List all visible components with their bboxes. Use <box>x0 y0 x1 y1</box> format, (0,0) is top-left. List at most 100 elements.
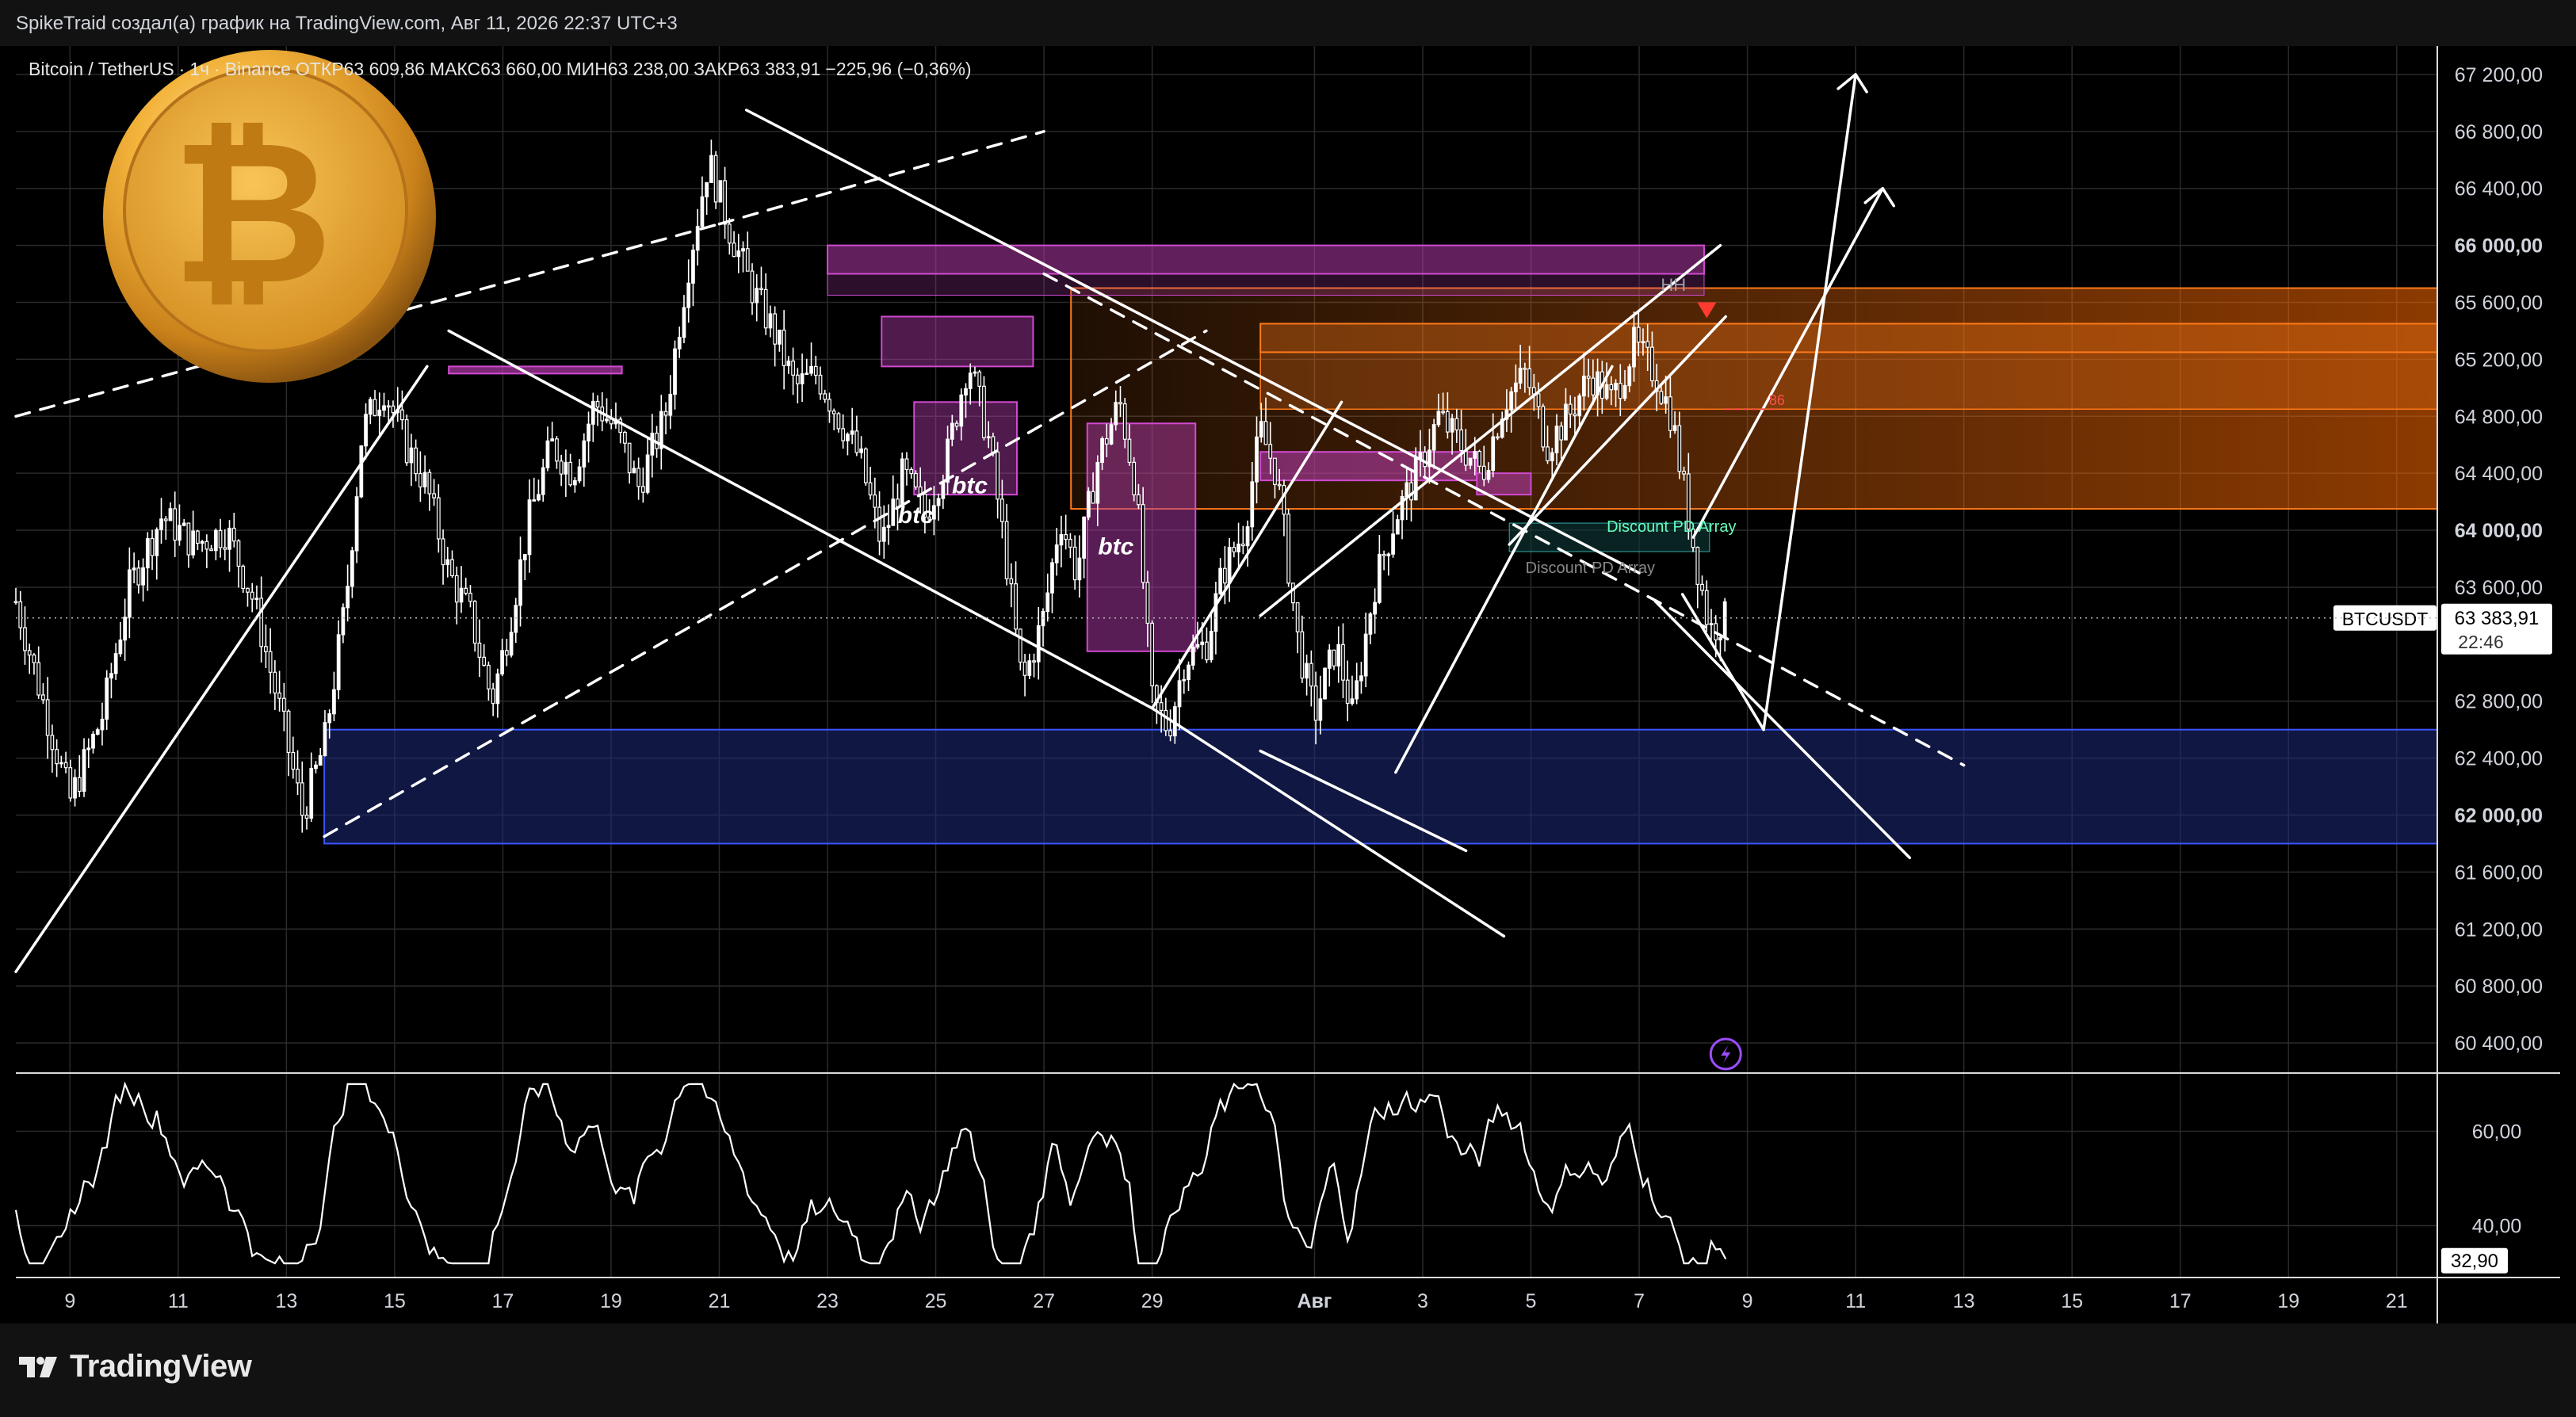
candle-body <box>1195 644 1200 648</box>
candle-body <box>332 689 336 715</box>
candle-body <box>645 454 650 493</box>
candle <box>155 527 159 580</box>
candle <box>464 577 468 596</box>
candle <box>209 544 213 552</box>
candle-body <box>77 777 82 793</box>
candle <box>254 585 259 609</box>
osc-tag-value: 32,90 <box>2451 1251 2498 1272</box>
candle-body <box>846 434 850 441</box>
candle-body <box>1486 469 1491 480</box>
candle-body <box>1709 623 1714 625</box>
candle-body <box>27 650 32 656</box>
candle <box>613 402 618 429</box>
candle <box>468 585 472 608</box>
candle-body <box>545 440 550 468</box>
candle <box>1336 626 1341 683</box>
candle <box>368 396 373 425</box>
candle-body <box>414 447 419 475</box>
candle-body <box>118 639 123 655</box>
candle-body <box>1150 622 1155 686</box>
candle-body <box>768 313 773 329</box>
candle-body <box>182 522 186 526</box>
candle-body <box>1250 481 1255 528</box>
candle <box>318 747 323 766</box>
legend-sep: · <box>214 59 220 79</box>
candle-body <box>991 436 996 453</box>
candle <box>1177 659 1182 731</box>
candle <box>1232 541 1236 558</box>
candle <box>286 709 291 777</box>
candle-body <box>82 749 86 793</box>
candle <box>359 445 364 498</box>
candle <box>450 550 454 579</box>
candle <box>95 728 100 735</box>
candle-body <box>223 547 227 550</box>
candle <box>791 347 795 395</box>
candle-body <box>277 692 281 699</box>
candle-body <box>1263 421 1268 445</box>
candle <box>1295 602 1300 654</box>
candle <box>1032 653 1036 678</box>
candle-body <box>1127 438 1132 463</box>
candle-body <box>1355 680 1359 700</box>
price-axis-label: 66 800,00 <box>2455 121 2543 143</box>
candle <box>296 750 300 796</box>
candle-body <box>268 651 273 673</box>
tradingview-logo-text: TradingView <box>70 1349 252 1384</box>
candle <box>1182 669 1187 694</box>
candle-body <box>1431 424 1436 451</box>
candle-body <box>250 591 254 600</box>
candle-body <box>354 496 359 552</box>
candle <box>1027 653 1032 680</box>
candle-body <box>1518 368 1523 384</box>
candle-body <box>436 497 441 540</box>
candle-body <box>590 400 595 425</box>
legend-high: МАКС63 660,00 <box>429 59 562 79</box>
candle <box>732 231 736 258</box>
candle <box>336 620 341 700</box>
candle-body <box>682 307 686 338</box>
candle-body <box>400 409 404 421</box>
candle <box>477 619 482 678</box>
candle-body <box>1509 391 1514 411</box>
candle-body <box>723 180 727 225</box>
candle <box>436 484 441 553</box>
candle-body <box>1164 709 1168 731</box>
candle <box>304 806 309 830</box>
candle-body <box>1409 482 1413 501</box>
candle <box>1382 550 1386 571</box>
candle <box>1709 609 1714 641</box>
annotation-btc-3: btc <box>1098 534 1133 560</box>
candle-body <box>482 656 487 666</box>
candle <box>32 653 36 675</box>
candle <box>259 576 264 663</box>
candle-body <box>1413 457 1418 501</box>
candle-body <box>1550 452 1554 462</box>
candle <box>45 677 50 759</box>
legend-interval[interactable]: 1ч <box>189 59 209 80</box>
candle <box>427 469 432 511</box>
candle-body <box>1527 368 1531 388</box>
candle-body <box>1559 426 1564 441</box>
candle-body <box>854 430 859 453</box>
chart-canvas[interactable]: 67 200,00 66 800,00 66 400,00 66 000,00 65 6… <box>0 0 2576 1417</box>
candle <box>1132 456 1137 502</box>
candle-body <box>1350 698 1355 705</box>
candle <box>487 661 491 701</box>
tradingview-logo[interactable]: TradingView <box>17 1349 252 1385</box>
candle-body <box>1718 637 1722 641</box>
candle <box>773 306 778 367</box>
candle-body <box>786 361 791 366</box>
symbol-legend[interactable]: Bitcoin / TetherUS · 1ч · Binance ОТКР63… <box>29 59 972 80</box>
time-axis-label: 29 <box>1141 1290 1164 1312</box>
candle <box>786 356 791 374</box>
candle <box>846 432 850 456</box>
candle <box>805 358 809 376</box>
candle <box>218 518 223 558</box>
time-axis-label: 11 <box>1845 1290 1866 1312</box>
candle <box>904 452 909 486</box>
legend-symbol[interactable]: Bitcoin / TetherUS <box>29 59 174 80</box>
candle-body <box>986 436 991 439</box>
candle <box>1018 628 1022 670</box>
candle-body <box>1454 418 1459 431</box>
